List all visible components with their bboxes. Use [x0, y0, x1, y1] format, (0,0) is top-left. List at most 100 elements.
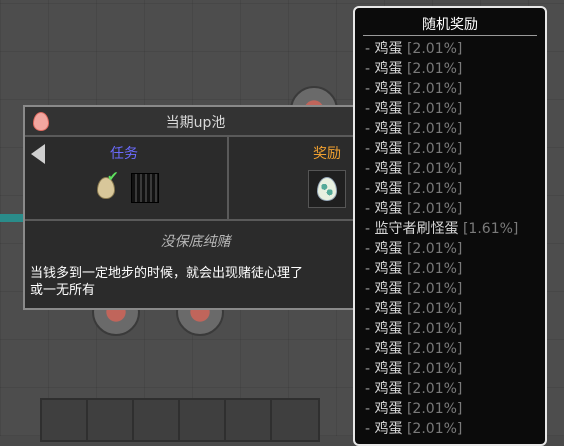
- reward-item-name: 鸡蛋: [374, 101, 403, 117]
- reward-item-name: 鸡蛋: [374, 401, 403, 417]
- reward-item-chance: [2.01%]: [406, 301, 463, 317]
- reward-item-chance: [2.01%]: [406, 241, 463, 257]
- reward-list-item: - 鸡蛋 [2.01%]: [365, 99, 518, 119]
- reward-item-dash: -: [365, 141, 371, 157]
- reward-list-item: - 鸡蛋 [2.01%]: [365, 39, 518, 59]
- reward-item-name: 鸡蛋: [374, 61, 403, 77]
- reward-item-name: 鸡蛋: [374, 161, 403, 177]
- reward-item-dash: -: [365, 301, 371, 317]
- reward-item-chance: [1.61%]: [462, 221, 519, 237]
- reward-list-item: - 监守者刷怪蛋 [1.61%]: [365, 219, 518, 239]
- reward-item-chance: [2.01%]: [406, 161, 463, 177]
- reward-list-item: - 鸡蛋 [2.01%]: [365, 359, 518, 379]
- reward-tooltip: 随机奖励 - 鸡蛋 [2.01%] - 鸡蛋 [2.01%] - 鸡蛋 [2.01%…: [353, 6, 547, 446]
- reward-item-chance: [2.01%]: [406, 421, 463, 437]
- reward-label: 奖励: [313, 146, 341, 162]
- reward-item-dash: -: [365, 121, 371, 137]
- reward-item-chance: [2.01%]: [406, 141, 463, 157]
- reward-item-dash: -: [365, 321, 371, 337]
- reward-item-dash: -: [365, 161, 371, 177]
- reward-item-name: 鸡蛋: [374, 341, 403, 357]
- reward-list-item: - 鸡蛋 [2.01%]: [365, 79, 518, 99]
- reward-list-item: - 鸡蛋 [2.01%]: [365, 319, 518, 339]
- checkmark-icon: ✔: [107, 169, 119, 185]
- reward-item-name: 鸡蛋: [374, 421, 403, 437]
- reward-list-item: - 鸡蛋 [2.01%]: [365, 199, 518, 219]
- reward-item-dash: -: [365, 421, 371, 437]
- reward-item-name: 鸡蛋: [374, 181, 403, 197]
- reward-item-dash: -: [365, 261, 371, 277]
- reward-list-item: - 鸡蛋 [2.01%]: [365, 299, 518, 319]
- reward-list-item: - 鸡蛋 [2.01%]: [365, 419, 518, 439]
- reward-item-name: 鸡蛋: [374, 241, 403, 257]
- reward-list-item: - 鸡蛋 [2.01%]: [365, 159, 518, 179]
- reward-item-dash: -: [365, 61, 371, 77]
- reward-item-chance: [2.01%]: [406, 361, 463, 377]
- tooltip-divider: [363, 35, 537, 36]
- background-slot: [40, 398, 90, 442]
- background-slot: [270, 398, 320, 442]
- reward-list-item: - 鸡蛋 [2.01%]: [365, 279, 518, 299]
- reward-item-chance: [2.01%]: [406, 41, 463, 57]
- reward-item-name: 鸡蛋: [374, 141, 403, 157]
- reward-item-chance: [2.01%]: [406, 341, 463, 357]
- reward-item-name: 鸡蛋: [374, 121, 403, 137]
- reward-item-name: 鸡蛋: [374, 381, 403, 397]
- reward-list-item: - 鸡蛋 [2.01%]: [365, 239, 518, 259]
- back-arrow-icon[interactable]: [31, 144, 45, 164]
- background-slot: [86, 398, 136, 442]
- reward-item-dash: -: [365, 181, 371, 197]
- reward-item-chance: [2.01%]: [406, 101, 463, 117]
- reward-item-chance: [2.01%]: [406, 61, 463, 77]
- reward-list-item: - 鸡蛋 [2.01%]: [365, 139, 518, 159]
- quest-body: 任务 ✔ 奖励: [25, 137, 366, 221]
- background-slot: [224, 398, 274, 442]
- reward-item-dash: -: [365, 241, 371, 257]
- reward-item-name: 监守者刷怪蛋: [374, 221, 459, 237]
- reward-item-dash: -: [365, 101, 371, 117]
- reward-item-dash: -: [365, 81, 371, 97]
- reward-list-item: - 鸡蛋 [2.01%]: [365, 119, 518, 139]
- reward-list-item: - 鸡蛋 [2.01%]: [365, 179, 518, 199]
- reward-item-dash: -: [365, 281, 371, 297]
- dark-block-icon[interactable]: [131, 173, 159, 203]
- reward-item-chance: [2.01%]: [406, 401, 463, 417]
- reward-list-item: - 鸡蛋 [2.01%]: [365, 59, 518, 79]
- reward-item-name: 鸡蛋: [374, 321, 403, 337]
- quest-title: 当期up池: [165, 115, 226, 131]
- reward-item-name: 鸡蛋: [374, 301, 403, 317]
- reward-item-name: 鸡蛋: [374, 281, 403, 297]
- reward-list: - 鸡蛋 [2.01%] - 鸡蛋 [2.01%] - 鸡蛋 [2.01%] - 鸡蛋…: [365, 39, 518, 439]
- background-slot: [178, 398, 228, 442]
- tooltip-title: 随机奖励: [422, 17, 478, 33]
- reward-list-item: - 鸡蛋 [2.01%]: [365, 339, 518, 359]
- reward-item-dash: -: [365, 221, 371, 237]
- quest-panel: 当期up池 任务 ✔ 奖励 没保底纯赌 当钱多到一定地步的时候，就会出现赌徒心理…: [23, 105, 368, 310]
- reward-item-chance: [2.01%]: [406, 201, 463, 217]
- reward-item-name: 鸡蛋: [374, 261, 403, 277]
- column-divider: [227, 137, 229, 219]
- reward-list-item: - 鸡蛋 [2.01%]: [365, 399, 518, 419]
- reward-item-chance: [2.01%]: [406, 321, 463, 337]
- reward-item-name: 鸡蛋: [374, 81, 403, 97]
- reward-item-chance: [2.01%]: [406, 121, 463, 137]
- reward-item-chance: [2.01%]: [406, 281, 463, 297]
- reward-item-chance: [2.01%]: [406, 261, 463, 277]
- reward-item-chance: [2.01%]: [406, 381, 463, 397]
- reward-item-name: 鸡蛋: [374, 201, 403, 217]
- spawn-egg-icon[interactable]: [317, 177, 337, 201]
- reward-item-chance: [2.01%]: [406, 81, 463, 97]
- background-slot: [132, 398, 182, 442]
- reward-item-name: 鸡蛋: [374, 41, 403, 57]
- task-label: 任务: [110, 146, 138, 162]
- reward-list-item: - 鸡蛋 [2.01%]: [365, 259, 518, 279]
- reward-list-item: - 鸡蛋 [2.01%]: [365, 379, 518, 399]
- reward-item-dash: -: [365, 341, 371, 357]
- reward-item-dash: -: [365, 401, 371, 417]
- reward-item-dash: -: [365, 201, 371, 217]
- quest-subtitle: 没保底纯赌: [160, 234, 231, 250]
- reward-item-chance: [2.01%]: [406, 181, 463, 197]
- reward-item-dash: -: [365, 361, 371, 377]
- reward-item-name: 鸡蛋: [374, 361, 403, 377]
- quest-header: 当期up池: [25, 107, 366, 137]
